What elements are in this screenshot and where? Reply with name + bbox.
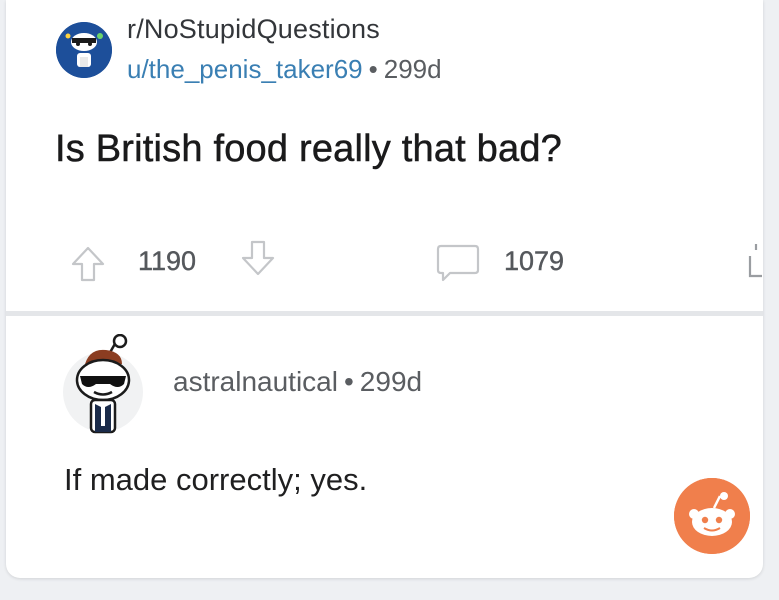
meta-separator: • (368, 54, 378, 84)
comment-icon[interactable] (434, 244, 482, 282)
post-actions: 1190 1079 (6, 232, 763, 292)
post-card: r/NoStupidQuestions u/the_penis_taker69 •… (6, 0, 763, 578)
post-author[interactable]: u/the_penis_taker69 (127, 54, 363, 84)
comment-avatar[interactable] (58, 333, 148, 434)
subreddit-avatar-icon (56, 22, 112, 78)
subreddit-avatar[interactable] (56, 22, 112, 78)
comment-author[interactable]: astralnautical (173, 366, 338, 397)
upvote-count: 1190 (138, 246, 197, 276)
share-icon[interactable] (744, 242, 762, 282)
comment-meta: astralnautical • 299d (173, 366, 422, 398)
comment-count: 1079 (504, 246, 565, 276)
reddit-snoo-icon (674, 478, 750, 554)
commenter-avatar-icon (63, 333, 143, 434)
comment-meta-separator: • (343, 366, 354, 397)
post-age: 299d (383, 54, 442, 84)
reddit-snoo-button[interactable] (674, 478, 750, 554)
downvote-icon[interactable] (238, 238, 278, 278)
post-title[interactable]: Is British food really that bad? (55, 128, 562, 171)
upvote-icon[interactable] (68, 244, 108, 284)
subreddit-name[interactable]: r/NoStupidQuestions (127, 14, 380, 45)
comment-body: If made correctly; yes. (64, 462, 368, 497)
section-divider (6, 311, 763, 316)
post-meta: u/the_penis_taker69 • 299d (127, 54, 442, 85)
comment-age: 299d (359, 366, 423, 397)
